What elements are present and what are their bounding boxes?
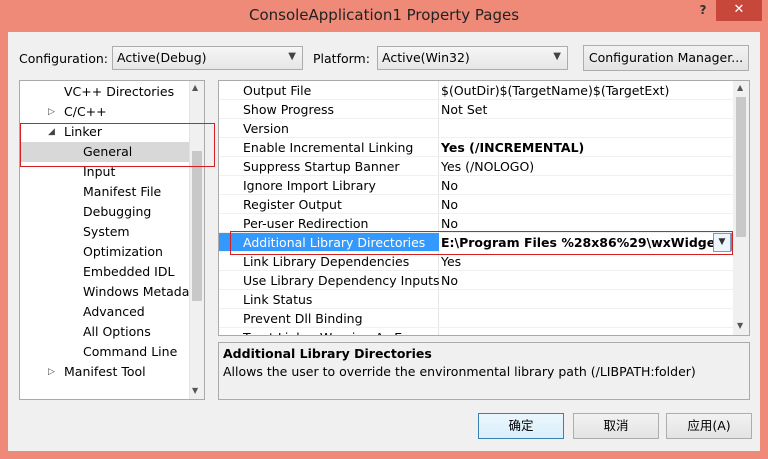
property-name: Link Library Dependencies (243, 254, 410, 269)
property-row[interactable]: Ignore Import Library No (219, 176, 733, 195)
property-row[interactable]: Suppress Startup Banner Yes (/NOLOGO) (219, 157, 733, 176)
property-tree: VC++ Directories ▷ C/C++ ◢ Linker General Inpu… (19, 80, 205, 400)
property-name: Link Status (243, 292, 313, 307)
platform-label: Platform: (313, 51, 370, 66)
description-text: Allows the user to override the environm… (223, 364, 696, 379)
description-panel: Additional Library Directories Allows th… (218, 342, 750, 400)
close-button[interactable]: ✕ (716, 0, 762, 21)
chevron-down-icon: ▼ (288, 51, 296, 62)
property-value: Not Set (441, 102, 488, 117)
property-value: Yes (441, 254, 462, 269)
configuration-label: Configuration: (19, 51, 108, 66)
property-row[interactable]: Enable Incremental Linking Yes (/INCREMEN… (219, 138, 733, 157)
tree-item-debugging[interactable]: Debugging (83, 202, 151, 222)
property-name: Show Progress (243, 102, 335, 117)
property-value: Yes (/INCREMENTAL) (441, 140, 585, 155)
collapsed-arrow-icon[interactable]: ▷ (48, 102, 55, 122)
property-name: Enable Incremental Linking (243, 140, 414, 155)
property-row[interactable]: Link Library Dependencies Yes (219, 252, 733, 271)
tree-item-general[interactable]: General (83, 142, 132, 162)
tree-item-all-options[interactable]: All Options (83, 322, 151, 342)
property-name: Use Library Dependency Inputs (243, 273, 440, 288)
property-row[interactable]: Additional Library Directories E:\Program… (219, 233, 733, 252)
property-row[interactable]: Register Output No (219, 195, 733, 214)
expanded-arrow-icon[interactable]: ◢ (48, 122, 55, 142)
chevron-down-icon: ▼ (553, 51, 561, 62)
collapsed-arrow-icon[interactable]: ▷ (48, 362, 55, 382)
property-row[interactable]: Show Progress Not Set (219, 100, 733, 119)
tree-scrollbar[interactable]: ▲ ▼ (189, 81, 204, 399)
tree-item-command-line[interactable]: Command Line (83, 342, 177, 362)
platform-value: Active(Win32) (382, 50, 470, 65)
property-name: Treat Linker Warning As Errors (243, 330, 431, 335)
title-bar: ConsoleApplication1 Property Pages ? ✕ (0, 0, 768, 32)
property-row[interactable]: Per-user Redirection No (219, 214, 733, 233)
platform-dropdown[interactable]: Active(Win32) ▼ (377, 46, 568, 70)
property-name: Ignore Import Library (243, 178, 376, 193)
property-name: Version (243, 121, 289, 136)
tree-item-advanced[interactable]: Advanced (83, 302, 145, 322)
configuration-manager-button[interactable]: Configuration Manager... (583, 45, 749, 71)
property-value: No (441, 178, 458, 193)
cancel-button[interactable]: 取消 (573, 413, 659, 439)
property-row[interactable]: Prevent Dll Binding (219, 309, 733, 328)
description-title: Additional Library Directories (223, 346, 432, 361)
property-name: Suppress Startup Banner (243, 159, 400, 174)
property-value: No (441, 273, 458, 288)
property-value[interactable]: E:\Program Files %28x86%29\wxWidgets-3.0 (439, 233, 719, 252)
property-value: Yes (/NOLOGO) (441, 159, 535, 174)
scroll-down-icon[interactable]: ▼ (192, 386, 198, 395)
tree-item-input[interactable]: Input (83, 162, 115, 182)
tree-item-vc-directories[interactable]: VC++ Directories (64, 82, 174, 102)
configuration-value: Active(Debug) (117, 50, 207, 65)
property-name: Per-user Redirection (243, 216, 369, 231)
property-row[interactable]: Link Status (219, 290, 733, 309)
tree-scroll-thumb[interactable] (192, 151, 202, 301)
window-title: ConsoleApplication1 Property Pages (248, 6, 520, 24)
tree-item-manifest-tool[interactable]: Manifest Tool (64, 362, 146, 382)
property-row[interactable]: Output File $(OutDir)$(TargetName)$(Targe… (219, 81, 733, 100)
ok-button[interactable]: 确定 (478, 413, 564, 439)
tree-item-optimization[interactable]: Optimization (83, 242, 163, 262)
apply-button[interactable]: 应用(A) (666, 413, 752, 439)
property-name: Prevent Dll Binding (243, 311, 363, 326)
tree-item-system[interactable]: System (83, 222, 130, 242)
scroll-down-icon[interactable]: ▼ (737, 321, 743, 330)
property-row[interactable]: Use Library Dependency Inputs No (219, 271, 733, 290)
tree-item-linker[interactable]: Linker (64, 122, 102, 142)
value-dropdown-icon[interactable]: ▼ (713, 233, 731, 252)
tree-item-manifest-file[interactable]: Manifest File (83, 182, 161, 202)
dialog-client: Configuration: Active(Debug) ▼ Platform:… (8, 32, 760, 451)
help-button[interactable]: ? (690, 0, 716, 21)
property-value: $(OutDir)$(TargetName)$(TargetExt) (441, 83, 670, 98)
tree-item-windows-metadata[interactable]: Windows Metadata (83, 282, 202, 302)
property-grid: Output File $(OutDir)$(TargetName)$(Targe… (218, 80, 750, 336)
property-name: Additional Library Directories (243, 235, 426, 250)
tree-item-c-c[interactable]: C/C++ (64, 102, 107, 122)
grid-scrollbar[interactable]: ▲ ▼ (733, 81, 749, 335)
property-name: Register Output (243, 197, 342, 212)
property-pages-dialog: ConsoleApplication1 Property Pages ? ✕ C… (0, 0, 768, 459)
scroll-up-icon[interactable]: ▲ (737, 83, 743, 92)
grid-scroll-thumb[interactable] (736, 97, 746, 237)
property-row[interactable]: Treat Linker Warning As Errors (219, 328, 733, 335)
property-row[interactable]: Version (219, 119, 733, 138)
property-value: No (441, 216, 458, 231)
property-name: Output File (243, 83, 312, 98)
scroll-up-icon[interactable]: ▲ (192, 83, 198, 92)
property-value: No (441, 197, 458, 212)
configuration-dropdown[interactable]: Active(Debug) ▼ (112, 46, 303, 70)
tree-item-embedded-idl[interactable]: Embedded IDL (83, 262, 174, 282)
